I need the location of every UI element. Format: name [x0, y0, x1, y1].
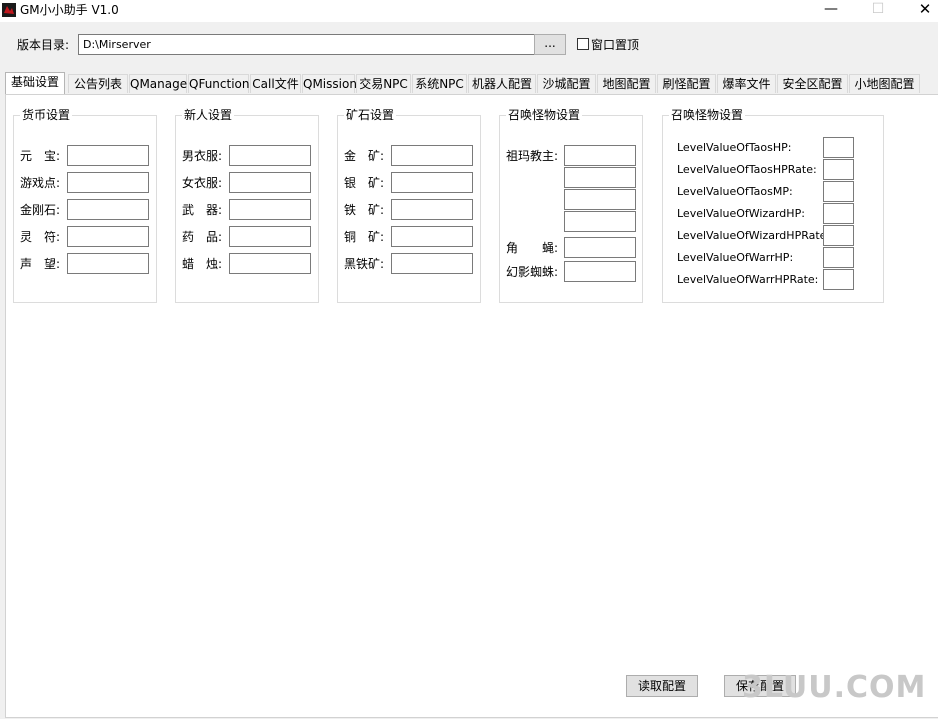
diamond-input[interactable]	[67, 199, 149, 220]
taos-hp-input[interactable]	[823, 137, 854, 158]
diamond-label: 金刚石:	[20, 203, 61, 217]
topmost-checkbox[interactable]	[577, 38, 589, 50]
gold-ore-input[interactable]	[391, 145, 473, 166]
game-points-input[interactable]	[67, 172, 149, 193]
watermark-text: 3LUU.COM	[742, 670, 927, 705]
zuma-leader-label: 祖玛教主:	[506, 149, 559, 163]
female-clothes-label: 女衣服:	[182, 176, 223, 190]
wizard-hp-input[interactable]	[823, 203, 854, 224]
game-points-label: 游戏点:	[20, 176, 61, 190]
newbie-group-title: 新人设置	[182, 108, 235, 122]
black-iron-ore-label: 黑铁矿:	[344, 257, 385, 271]
taos-hp-rate-input[interactable]	[823, 159, 854, 180]
prestige-input[interactable]	[67, 253, 149, 274]
load-config-button[interactable]: 读取配置	[626, 675, 698, 697]
tab-qmanage[interactable]: QManage	[129, 74, 187, 93]
summon-levels-group: 召唤怪物设置 LevelValueOfTaosHP: LevelValueOfT…	[662, 108, 884, 303]
app-logo-icon	[2, 3, 16, 17]
iron-ore-label: 铁 矿:	[344, 203, 385, 217]
yuanbao-input[interactable]	[67, 145, 149, 166]
copper-ore-input[interactable]	[391, 226, 473, 247]
zuma-leader-input-1[interactable]	[564, 145, 636, 166]
silver-ore-label: 银 矿:	[344, 176, 385, 190]
tab-map-config[interactable]: 地图配置	[597, 74, 656, 93]
zuma-leader-input-2[interactable]	[564, 167, 636, 188]
phantom-spider-input[interactable]	[564, 261, 636, 282]
candle-label: 蜡 烛:	[182, 257, 223, 271]
topmost-label[interactable]: 窗口置顶	[591, 37, 639, 53]
ore-settings-group: 矿石设置 金 矿: 银 矿: 铁 矿: 铜 矿: 黑铁矿:	[337, 108, 481, 303]
ore-group-title: 矿石设置	[344, 108, 397, 122]
basic-settings-panel: 货币设置 元 宝: 游戏点: 金刚石: 灵 符: 声 望: 新人设置 男衣服: …	[5, 94, 938, 718]
tab-robot-config[interactable]: 机器人配置	[468, 74, 536, 93]
gold-ore-label: 金 矿:	[344, 149, 385, 163]
tab-call-file[interactable]: Call文件	[250, 74, 301, 93]
wizard-hp-label: LevelValueOfWizardHP:	[677, 207, 805, 220]
tab-announcements[interactable]: 公告列表	[68, 74, 128, 93]
close-button[interactable]: ✕	[902, 0, 938, 20]
potion-label: 药 品:	[182, 230, 223, 244]
warr-hp-input[interactable]	[823, 247, 854, 268]
taos-hp-label: LevelValueOfTaosHP:	[677, 141, 792, 154]
taos-hp-rate-label: LevelValueOfTaosHPRate:	[677, 163, 817, 176]
tab-spawn-config[interactable]: 刷怪配置	[657, 74, 716, 93]
browse-button[interactable]: ...	[534, 34, 566, 55]
black-iron-ore-input[interactable]	[391, 253, 473, 274]
tab-system-npc[interactable]: 系统NPC	[412, 74, 467, 93]
close-icon: ✕	[918, 0, 932, 18]
male-clothes-input[interactable]	[229, 145, 311, 166]
currency-group-title: 货币设置	[20, 108, 73, 122]
taos-mp-input[interactable]	[823, 181, 854, 202]
tab-droprate-file[interactable]: 爆率文件	[717, 74, 776, 93]
female-clothes-input[interactable]	[229, 172, 311, 193]
phantom-spider-label: 幻影蜘蛛:	[506, 265, 559, 279]
warr-hp-rate-label: LevelValueOfWarrHPRate:	[677, 273, 819, 286]
male-clothes-label: 男衣服:	[182, 149, 223, 163]
newbie-settings-group: 新人设置 男衣服: 女衣服: 武 器: 药 品: 蜡 烛:	[175, 108, 319, 303]
summon-levels-group-title: 召唤怪物设置	[669, 108, 746, 122]
horned-fly-input[interactable]	[564, 237, 636, 258]
client-area: 版本目录: D:\Mirserver ... 窗口置顶 基础设置 公告列表 QM…	[0, 22, 938, 719]
summon-monsters-group: 召唤怪物设置 祖玛教主: 角 蝇: 幻影蜘蛛:	[499, 108, 643, 303]
silver-ore-input[interactable]	[391, 172, 473, 193]
copper-ore-label: 铜 矿:	[344, 230, 385, 244]
warr-hp-label: LevelValueOfWarrHP:	[677, 251, 794, 264]
tab-minimap-config[interactable]: 小地图配置	[849, 74, 920, 93]
minimize-icon: —	[824, 1, 838, 17]
dir-path-input[interactable]: D:\Mirserver	[78, 34, 536, 55]
prestige-label: 声 望:	[20, 257, 61, 271]
zuma-leader-input-3[interactable]	[564, 189, 636, 210]
dir-label: 版本目录:	[17, 38, 70, 52]
warr-hp-rate-input[interactable]	[823, 269, 854, 290]
talisman-input[interactable]	[67, 226, 149, 247]
candle-input[interactable]	[229, 253, 311, 274]
potion-input[interactable]	[229, 226, 311, 247]
tab-qfunction[interactable]: QFunction	[188, 74, 250, 93]
weapon-label: 武 器:	[182, 203, 223, 217]
window-title: GM小小助手 V1.0	[20, 3, 119, 17]
weapon-input[interactable]	[229, 199, 311, 220]
tab-safezone-config[interactable]: 安全区配置	[777, 74, 848, 93]
yuanbao-label: 元 宝:	[20, 149, 61, 163]
iron-ore-input[interactable]	[391, 199, 473, 220]
wizard-hp-rate-label: LevelValueOfWizardHPRate:	[677, 229, 831, 242]
title-bar: GM小小助手 V1.0 — ☐ ✕	[0, 0, 938, 20]
currency-settings-group: 货币设置 元 宝: 游戏点: 金刚石: 灵 符: 声 望:	[13, 108, 157, 303]
maximize-button[interactable]: ☐	[855, 0, 901, 20]
tab-qmission[interactable]: QMission	[302, 74, 357, 93]
talisman-label: 灵 符:	[20, 230, 61, 244]
tab-castle-config[interactable]: 沙城配置	[537, 74, 596, 93]
wizard-hp-rate-input[interactable]	[823, 225, 854, 246]
tab-trade-npc[interactable]: 交易NPC	[356, 74, 411, 93]
taos-mp-label: LevelValueOfTaosMP:	[677, 185, 793, 198]
summon-monsters-group-title: 召唤怪物设置	[506, 108, 583, 122]
tab-basic-settings[interactable]: 基础设置	[5, 72, 65, 94]
horned-fly-label: 角 蝇:	[506, 241, 559, 255]
maximize-icon: ☐	[871, 1, 885, 17]
minimize-button[interactable]: —	[808, 0, 854, 20]
zuma-leader-input-4[interactable]	[564, 211, 636, 232]
